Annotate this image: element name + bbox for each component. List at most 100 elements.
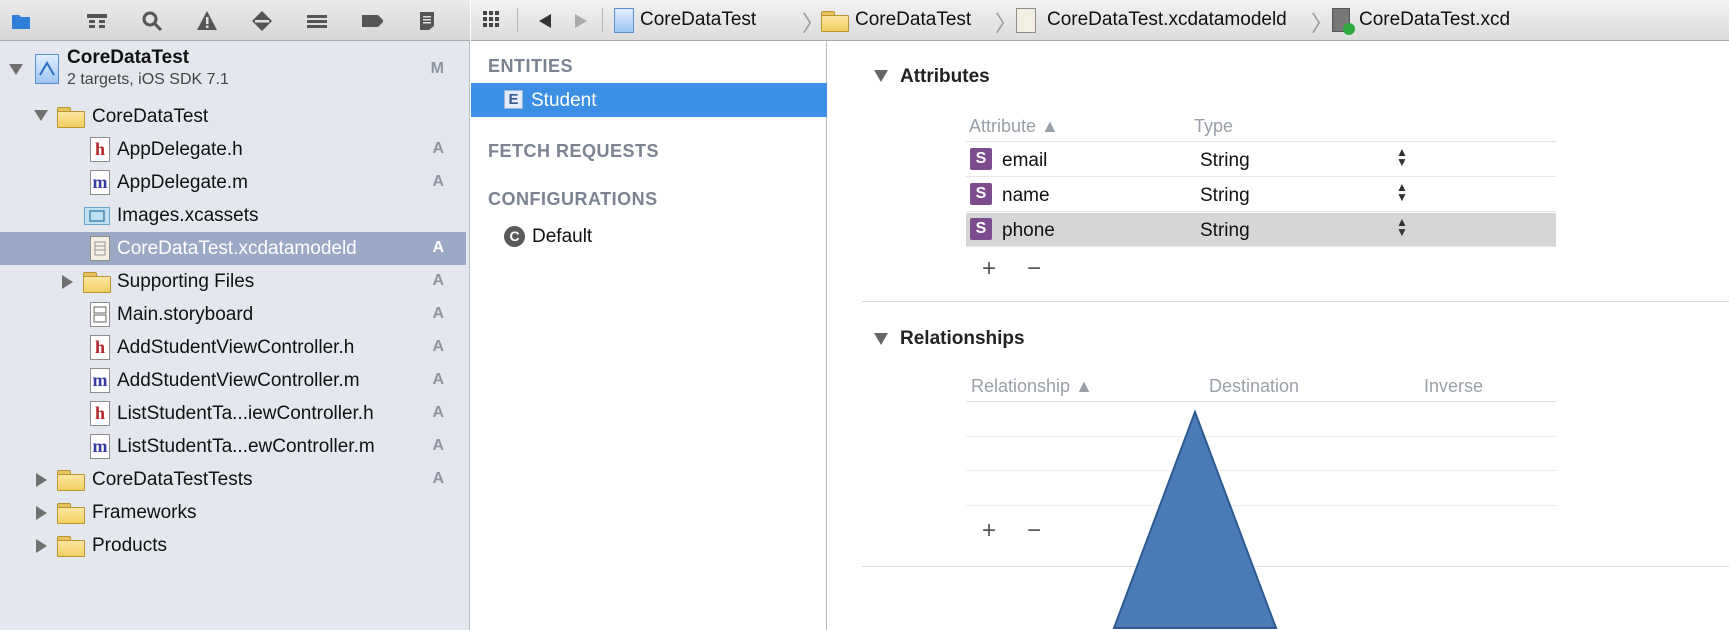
entities-header: ENTITIES [488,56,574,76]
status-badge: A [432,140,444,157]
add-relationship-button[interactable]: + [982,517,996,545]
file-label: ListStudentTa...iewController.h [117,403,374,424]
attribute-type[interactable]: String [1200,220,1250,242]
project-name: CoreDataTest [67,47,190,68]
attribute-name[interactable]: phone [1002,220,1055,242]
annotation-triangle [1112,410,1278,629]
breakpoint-navigator-icon[interactable] [361,10,383,32]
implementation-file-icon: m [90,368,110,393]
remove-relationship-button[interactable]: − [1027,517,1041,545]
issue-navigator-icon[interactable] [196,10,218,32]
configurations-header: CONFIGURATIONS [488,189,658,209]
file-label: AppDelegate.h [117,139,243,160]
attribute-row[interactable]: S email String ▲ ▼ [966,143,1556,177]
file-label: ListStudentTa...ewController.m [117,436,375,457]
file-row[interactable]: h AddStudentViewController.h A [0,331,466,364]
debug-navigator-icon[interactable] [306,10,328,32]
file-row[interactable]: m ListStudentTa...ewController.m A [0,430,466,463]
project-navigator-icon[interactable] [10,10,32,32]
symbol-navigator-icon[interactable] [86,10,108,32]
file-row[interactable]: h AppDelegate.h A [0,133,466,166]
forward-arrow-icon[interactable] [574,13,588,34]
configuration-label: Default [532,226,593,247]
add-attribute-button[interactable]: + [982,255,996,283]
group-coredatatesttests[interactable]: CoreDataTestTests A [0,463,466,496]
entity-row-selected[interactable]: E Student [471,83,827,117]
project-subtitle: 2 targets, iOS SDK 7.1 [67,71,229,88]
fetch-requests-header: FETCH REQUESTS [488,141,660,161]
breadcrumb-group[interactable]: CoreDataTest [855,9,971,31]
back-arrow-icon[interactable] [538,13,552,34]
divider [966,401,1556,402]
breadcrumb-version[interactable]: CoreDataTest.xcd [1359,9,1554,31]
disclosure-triangle-icon[interactable] [36,473,47,487]
file-row[interactable]: m AddStudentViewController.m A [0,364,466,397]
file-row-selected[interactable]: CoreDataTest.xcdatamodeld A [0,232,466,265]
popup-stepper-icon[interactable]: ▲ ▼ [1396,216,1408,238]
column-header-attribute[interactable]: Attribute ▲ [969,116,1059,137]
group-label: CoreDataTestTests [92,469,253,490]
attribute-type[interactable]: String [1200,185,1250,207]
folder-icon [57,503,85,524]
attributes-disclosure-icon[interactable] [874,69,888,87]
attribute-row-selected[interactable]: S phone String ▲ ▼ [966,213,1556,247]
relationships-disclosure-icon[interactable] [874,332,888,350]
popup-stepper-icon[interactable]: ▲ ▼ [1396,146,1408,168]
disclosure-triangle-icon[interactable] [9,64,23,75]
attribute-row[interactable]: S name String ▲ ▼ [966,178,1556,212]
column-header-relationship[interactable]: Relationship ▲ [971,376,1093,397]
file-row[interactable]: Images.xcassets [0,199,466,232]
search-navigator-icon[interactable] [141,10,163,32]
group-label: Frameworks [92,502,197,523]
navigator-toolbar [0,0,470,41]
group-frameworks[interactable]: Frameworks [0,496,466,529]
disclosure-triangle-icon[interactable] [36,539,47,553]
status-badge: A [432,371,444,388]
data-model-version-icon [1332,8,1355,35]
column-header-type[interactable]: Type [1194,116,1233,137]
string-type-icon: S [970,148,992,170]
project-row[interactable]: CoreDataTest 2 targets, iOS SDK 7.1 M [0,44,466,96]
remove-attribute-button[interactable]: − [1027,255,1041,283]
jump-bar: CoreDataTest 〉 CoreDataTest 〉 CoreDataTe… [471,0,1729,41]
popup-stepper-icon[interactable]: ▲ ▼ [1396,181,1408,203]
attribute-name[interactable]: email [1002,150,1047,172]
breadcrumb-file[interactable]: CoreDataTest.xcdatamodeld [1047,9,1287,31]
related-items-icon[interactable] [483,11,503,34]
data-model-file-icon [90,236,110,261]
implementation-file-icon: m [90,434,110,459]
status-badge: A [432,173,444,190]
disclosure-triangle-icon[interactable] [62,275,73,289]
string-type-icon: S [970,218,992,240]
file-row[interactable]: m AppDelegate.m A [0,166,466,199]
disclosure-triangle-icon[interactable] [36,506,47,520]
group-coredatatest[interactable]: CoreDataTest [0,100,466,133]
folder-icon [57,107,85,128]
storyboard-file-icon [90,302,110,327]
column-header-destination[interactable]: Destination [1209,376,1299,397]
test-navigator-icon[interactable] [251,10,273,32]
configuration-row[interactable]: C Default [471,223,827,255]
column-header-inverse[interactable]: Inverse [1424,376,1483,397]
group-label: CoreDataTest [92,106,209,127]
entities-pane: ENTITIES E Student FETCH REQUESTS CONFIG… [471,41,827,630]
group-supporting-files[interactable]: Supporting Files A [0,265,466,298]
entity-icon: E [504,90,523,109]
header-file-icon: h [90,401,110,426]
attribute-type[interactable]: String [1200,150,1250,172]
divider [602,8,603,32]
data-model-file-icon [1016,8,1036,33]
breadcrumb-project[interactable]: CoreDataTest [640,9,756,31]
group-products[interactable]: Products [0,529,466,562]
file-row[interactable]: h ListStudentTa...iewController.h A [0,397,466,430]
file-label: AppDelegate.m [117,172,248,193]
log-navigator-icon[interactable] [416,10,438,32]
header-file-icon: h [90,335,110,360]
attribute-name[interactable]: name [1002,185,1050,207]
section-divider [862,566,1729,567]
status-badge: A [432,404,444,421]
asset-catalog-icon [84,207,110,225]
status-badge: A [432,272,444,289]
file-row[interactable]: Main.storyboard A [0,298,466,331]
disclosure-triangle-icon[interactable] [34,110,48,121]
